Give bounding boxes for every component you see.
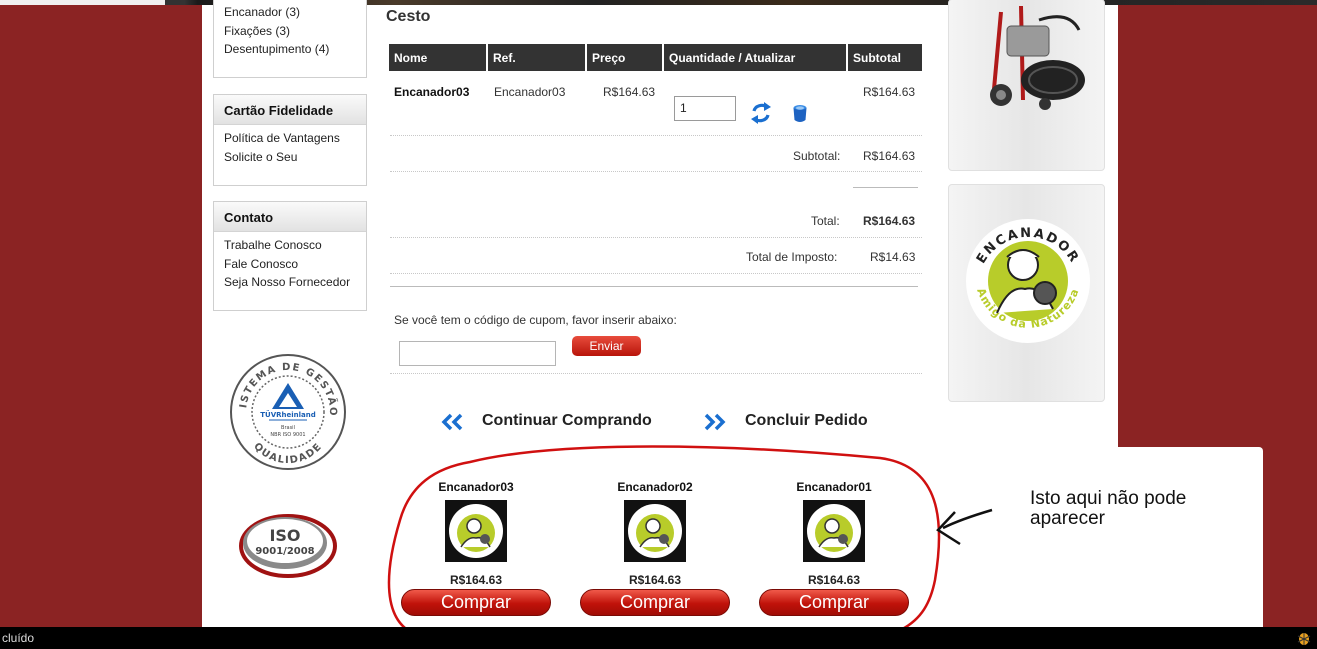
iso-number: 9001/2008 bbox=[255, 546, 314, 557]
status-text: cluído bbox=[2, 631, 35, 645]
seal-brand: TÜVRheinland bbox=[260, 410, 316, 419]
brand-logo-banner[interactable]: ENCANADOR Amigo da Natureza bbox=[948, 184, 1105, 402]
plumber-logo-icon bbox=[449, 504, 503, 558]
col-header-subtotal: Subtotal bbox=[848, 44, 922, 71]
firebug-icon[interactable] bbox=[1296, 630, 1312, 646]
cart-item-ref: Encanador03 bbox=[494, 85, 566, 99]
cart-item-subtotal: R$164.63 bbox=[863, 85, 916, 99]
plumber-logo-icon bbox=[807, 504, 861, 558]
iso-9001-logo: ISO 9001/2008 bbox=[239, 514, 337, 578]
cart-item-price: R$164.63 bbox=[603, 85, 656, 99]
contact-box: Contato Trabalhe Conosco Fale Conosco Se… bbox=[213, 201, 367, 311]
loyalty-title: Cartão Fidelidade bbox=[214, 95, 366, 125]
coupon-prompt: Se você tem o código de cupom, favor ins… bbox=[394, 313, 677, 327]
related-product-price: R$164.63 bbox=[449, 573, 503, 587]
related-product-name[interactable]: Encanador03 bbox=[400, 480, 552, 498]
page-content: Encanador (3) Fixações (3) Desentupiment… bbox=[202, 0, 1118, 627]
encanador-logo: ENCANADOR Amigo da Natureza bbox=[966, 219, 1090, 343]
buy-button[interactable]: Comprar bbox=[759, 589, 909, 616]
checkout-link[interactable]: Concluir Pedido bbox=[745, 412, 868, 430]
status-bar: cluído bbox=[0, 627, 1317, 649]
double-chevron-left-icon[interactable] bbox=[441, 413, 465, 431]
cart-title: Cesto bbox=[386, 8, 431, 25]
category-fixacoes[interactable]: Fixações (3) bbox=[224, 22, 366, 41]
tax-label: Total de Imposto: bbox=[746, 250, 838, 264]
product-banner-machine[interactable] bbox=[948, 0, 1105, 171]
related-product-name[interactable]: Encanador01 bbox=[758, 480, 910, 498]
coupon-input[interactable] bbox=[399, 341, 556, 366]
seal-country: Brasil bbox=[281, 425, 295, 431]
col-header-name: Nome bbox=[389, 44, 486, 71]
category-encanador[interactable]: Encanador (3) bbox=[224, 3, 366, 22]
product-thumbnail[interactable] bbox=[624, 500, 686, 562]
category-desentupimento[interactable]: Desentupimento (4) bbox=[224, 40, 366, 59]
buy-button[interactable]: Comprar bbox=[401, 589, 551, 616]
continue-shopping-link[interactable]: Continuar Comprando bbox=[482, 412, 652, 430]
double-chevron-right-icon[interactable] bbox=[703, 413, 727, 431]
contact-title: Contato bbox=[214, 202, 366, 232]
trash-icon[interactable] bbox=[792, 104, 808, 123]
related-product-price: R$164.63 bbox=[628, 573, 682, 587]
col-header-price: Preço bbox=[587, 44, 662, 71]
iso-text: ISO bbox=[269, 526, 300, 545]
annotation-text: Isto aqui não pode aparecer bbox=[1030, 488, 1187, 529]
contact-link-talk[interactable]: Fale Conosco bbox=[224, 255, 366, 274]
contact-link-work[interactable]: Trabalhe Conosco bbox=[224, 236, 366, 255]
related-product-price: R$164.63 bbox=[807, 573, 861, 587]
tuv-quality-seal-logo: SISTEMA DE GESTÃO QUALIDADE TÜVRheinland… bbox=[229, 353, 346, 470]
loyalty-box: Cartão Fidelidade Política de Vantagens … bbox=[213, 94, 367, 186]
loyalty-link-request[interactable]: Solicite o Seu bbox=[224, 148, 366, 167]
cart-item-name[interactable]: Encanador03 bbox=[394, 85, 469, 99]
loyalty-link-advantages[interactable]: Política de Vantagens bbox=[224, 129, 366, 148]
buy-button[interactable]: Comprar bbox=[580, 589, 730, 616]
related-product-card: Encanador03 R$164.63 Comprar bbox=[400, 480, 552, 616]
quantity-input[interactable]: 1 bbox=[674, 96, 736, 121]
seal-standard: NBR ISO 9001 bbox=[270, 432, 305, 438]
plumber-logo-icon bbox=[628, 504, 682, 558]
tax-value: R$14.63 bbox=[870, 250, 916, 264]
contact-link-supplier[interactable]: Seja Nosso Fornecedor bbox=[224, 273, 366, 292]
total-value: R$164.63 bbox=[863, 214, 916, 228]
drain-cleaner-machine-image bbox=[990, 5, 1085, 110]
total-label: Total: bbox=[811, 214, 840, 228]
related-product-name[interactable]: Encanador02 bbox=[579, 480, 731, 498]
related-product-card: Encanador01 R$164.63 Comprar bbox=[758, 480, 910, 616]
product-thumbnail[interactable] bbox=[803, 500, 865, 562]
product-thumbnail[interactable] bbox=[445, 500, 507, 562]
subtotal-label: Subtotal: bbox=[793, 149, 841, 163]
coupon-submit-button[interactable]: Enviar bbox=[572, 336, 641, 356]
refresh-icon[interactable] bbox=[750, 101, 772, 125]
related-product-card: Encanador02 R$164.63 Comprar bbox=[579, 480, 731, 616]
subtotal-value: R$164.63 bbox=[863, 149, 916, 163]
categories-box: Encanador (3) Fixações (3) Desentupiment… bbox=[213, 0, 367, 78]
annotation-note: Isto aqui não pode aparecer bbox=[989, 447, 1263, 632]
col-header-ref: Ref. bbox=[488, 44, 585, 71]
col-header-qty: Quantidade / Atualizar bbox=[664, 44, 846, 71]
